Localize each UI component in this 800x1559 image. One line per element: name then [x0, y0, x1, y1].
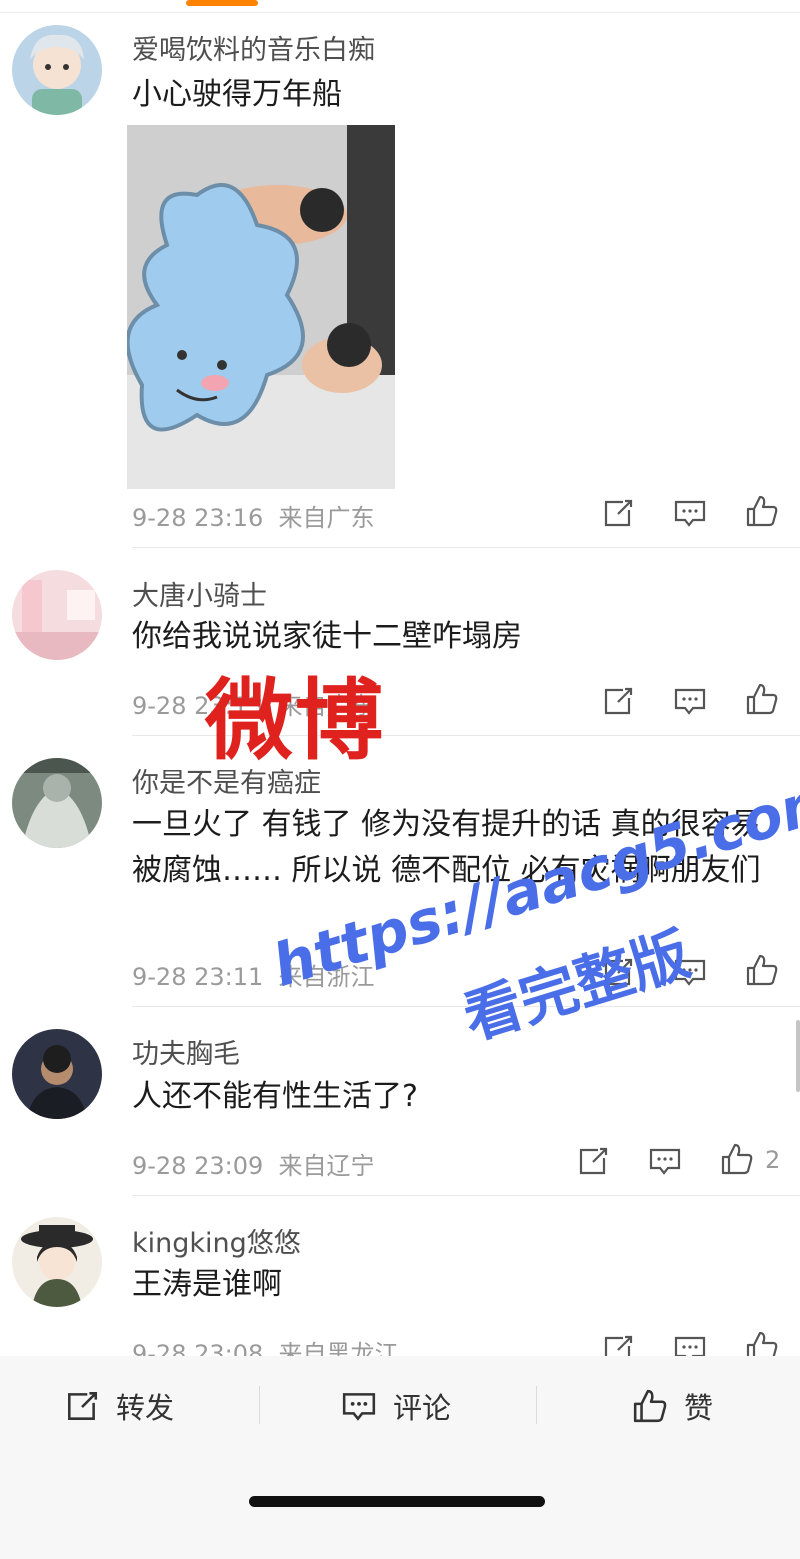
- comment-time: 9-28 23:09: [132, 1152, 264, 1180]
- comment-meta: 9-28 23:09 来自辽宁: [132, 1146, 375, 1181]
- comment-username[interactable]: 功夫胸毛: [132, 1032, 240, 1071]
- repost-button[interactable]: 转发: [64, 1384, 174, 1428]
- comment-icon: [342, 1393, 376, 1421]
- comment-username[interactable]: 大唐小骑士: [132, 574, 267, 613]
- scrollbar-thumb[interactable]: [796, 1020, 800, 1092]
- top-divider: [0, 12, 800, 13]
- avatar[interactable]: [12, 1029, 102, 1119]
- avatar[interactable]: [12, 570, 102, 660]
- avatar[interactable]: [12, 25, 102, 115]
- comment-location: 来自辽宁: [278, 1152, 375, 1180]
- repost-label: 转发: [116, 1391, 175, 1425]
- comment-icon[interactable]: [648, 1144, 682, 1178]
- like-icon[interactable]: [745, 953, 779, 987]
- comment-icon[interactable]: [673, 684, 707, 718]
- comment-image[interactable]: [127, 125, 395, 489]
- comment-time: 9-28 23:16: [132, 504, 264, 532]
- repost-icon[interactable]: [601, 496, 635, 530]
- comment-text: 人还不能有性生活了?: [132, 1079, 418, 1114]
- comment-button[interactable]: 评论: [341, 1384, 451, 1428]
- comment-label: 评论: [393, 1391, 452, 1425]
- comment-text: 小心驶得万年船: [132, 77, 342, 112]
- repost-icon[interactable]: [601, 684, 635, 718]
- comment-meta: 9-28 23:16 来自广东: [132, 498, 375, 533]
- bar-divider: [536, 1386, 537, 1424]
- home-indicator[interactable]: [249, 1496, 545, 1507]
- like-icon: [633, 1389, 667, 1423]
- comment-username[interactable]: 爱喝饮料的音乐白痴: [132, 28, 375, 67]
- like-icon[interactable]: [745, 494, 779, 528]
- repost-icon: [68, 1392, 98, 1420]
- active-tab-indicator: [186, 0, 258, 6]
- like-icon[interactable]: [745, 682, 779, 716]
- comment-icon[interactable]: [673, 496, 707, 530]
- like-icon[interactable]: [720, 1142, 754, 1176]
- bar-divider: [259, 1386, 260, 1424]
- watermark-weibo: 微博: [205, 669, 386, 772]
- comment-location: 来自广东: [278, 504, 375, 532]
- bottom-action-bar: 转发 评论 赞: [0, 1356, 800, 1559]
- comment-time: 9-28 23:11: [132, 963, 264, 991]
- like-count: 2: [765, 1146, 781, 1174]
- comment-divider: [132, 1195, 800, 1196]
- like-label: 赞: [684, 1391, 714, 1425]
- comment-username[interactable]: kingking悠悠: [132, 1221, 301, 1260]
- repost-icon[interactable]: [576, 1144, 610, 1178]
- comment-divider: [132, 547, 800, 548]
- avatar[interactable]: [12, 1217, 102, 1307]
- like-button[interactable]: 赞: [632, 1384, 713, 1428]
- avatar[interactable]: [12, 758, 102, 848]
- comment-text: 王涛是谁啊: [132, 1267, 282, 1302]
